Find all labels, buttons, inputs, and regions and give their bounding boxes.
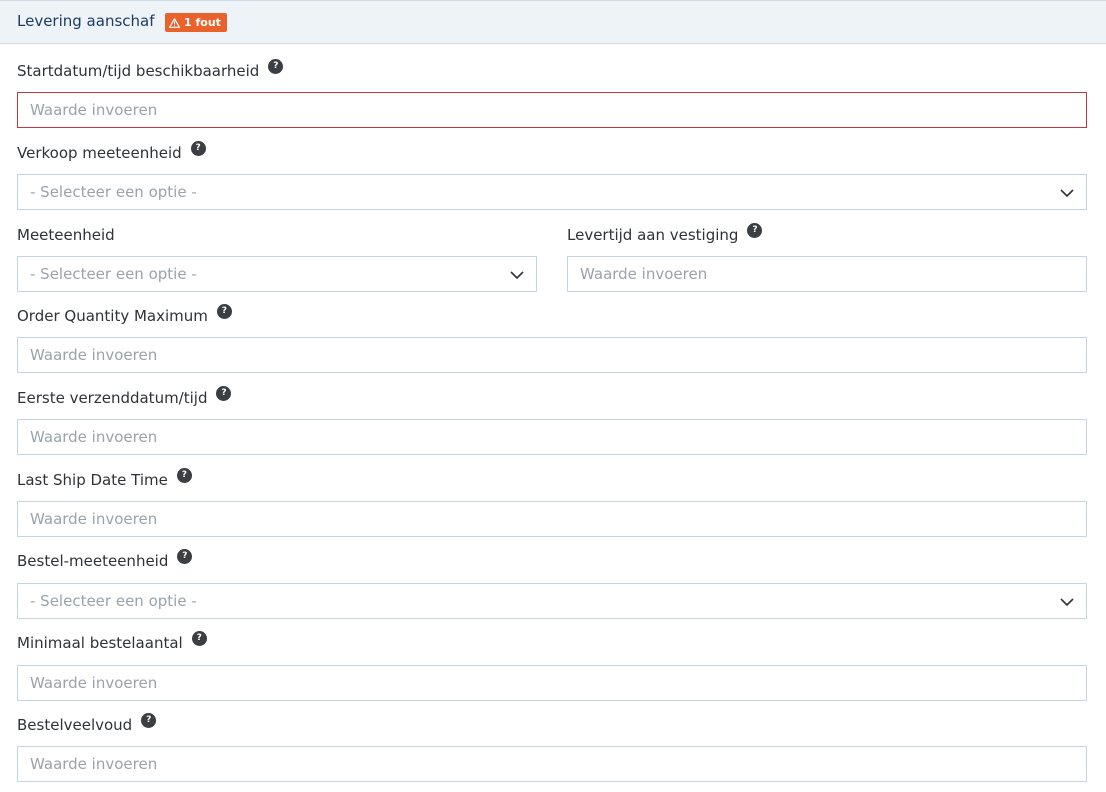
section-header[interactable]: Levering aanschaf 1 fout [0, 0, 1106, 44]
meeteenheid-label: Meeteenheid [17, 226, 115, 244]
chevron-down-icon [1060, 598, 1074, 607]
minimaal-bestelaantal-input[interactable]: Waarde invoeren [17, 665, 1087, 701]
last-ship-date-time-label-text: Last Ship Date Time [17, 471, 168, 489]
verkoop-meeteenheid-label-text: Verkoop meeteenheid [17, 144, 182, 162]
chevron-down-icon [1060, 189, 1074, 198]
help-icon[interactable]: ? [141, 712, 157, 728]
eerste-verzenddatum-placeholder: Waarde invoeren [30, 428, 158, 446]
meeteenheid-label-text: Meeteenheid [17, 226, 115, 244]
meeteenheid-placeholder: - Selecteer een optie - [30, 265, 197, 283]
last-ship-date-time-label: Last Ship Date Time ? [17, 467, 192, 489]
help-icon[interactable]: ? [191, 630, 207, 646]
startdatum-label-text: Startdatum/tijd beschikbaarheid [17, 62, 260, 80]
eerste-verzenddatum-input[interactable]: Waarde invoeren [17, 419, 1087, 455]
minimaal-bestelaantal-label: Minimaal bestelaantal ? [17, 630, 207, 652]
order-quantity-maximum-input[interactable]: Waarde invoeren [17, 337, 1087, 373]
help-icon[interactable]: ? [216, 385, 232, 401]
order-quantity-maximum-placeholder: Waarde invoeren [30, 346, 158, 364]
chevron-down-icon [510, 271, 524, 280]
error-badge: 1 fout [165, 13, 227, 32]
warning-icon [169, 17, 180, 28]
levertijd-label: Levertijd aan vestiging ? [567, 222, 763, 244]
bestel-meeteenheid-label: Bestel-meeteenheid ? [17, 548, 193, 570]
bestelveelvoud-label: Bestelveelvoud ? [17, 712, 157, 734]
eerste-verzenddatum-label: Eerste verzenddatum/tijd ? [17, 385, 232, 407]
help-icon[interactable]: ? [190, 140, 206, 156]
bestelveelvoud-input[interactable]: Waarde invoeren [17, 746, 1087, 782]
minimaal-bestelaantal-placeholder: Waarde invoeren [30, 674, 158, 692]
levertijd-placeholder: Waarde invoeren [580, 265, 708, 283]
last-ship-date-time-placeholder: Waarde invoeren [30, 510, 158, 528]
help-icon[interactable]: ? [176, 467, 192, 483]
order-quantity-maximum-label: Order Quantity Maximum ? [17, 303, 232, 325]
error-badge-text: 1 fout [184, 16, 221, 29]
bestelveelvoud-label-text: Bestelveelvoud [17, 716, 133, 734]
bestel-meeteenheid-label-text: Bestel-meeteenheid [17, 552, 169, 570]
help-icon[interactable]: ? [747, 222, 763, 238]
order-quantity-maximum-label-text: Order Quantity Maximum [17, 307, 208, 325]
verkoop-meeteenheid-label: Verkoop meeteenheid ? [17, 140, 206, 162]
startdatum-placeholder: Waarde invoeren [30, 101, 158, 119]
startdatum-input[interactable]: Waarde invoeren [17, 92, 1087, 128]
bestel-meeteenheid-placeholder: - Selecteer een optie - [30, 592, 197, 610]
help-icon[interactable]: ? [268, 58, 284, 74]
last-ship-date-time-input[interactable]: Waarde invoeren [17, 501, 1087, 537]
bestel-meeteenheid-select[interactable]: - Selecteer een optie - [17, 583, 1087, 619]
help-icon[interactable]: ? [216, 303, 232, 319]
meeteenheid-select[interactable]: - Selecteer een optie - [17, 256, 537, 292]
startdatum-label: Startdatum/tijd beschikbaarheid ? [17, 58, 284, 80]
help-icon[interactable]: ? [177, 548, 193, 564]
levertijd-label-text: Levertijd aan vestiging [567, 226, 739, 244]
minimaal-bestelaantal-label-text: Minimaal bestelaantal [17, 634, 183, 652]
bestelveelvoud-placeholder: Waarde invoeren [30, 755, 158, 773]
section-title: Levering aanschaf [17, 12, 155, 30]
verkoop-meeteenheid-select[interactable]: - Selecteer een optie - [17, 174, 1087, 210]
verkoop-meeteenheid-placeholder: - Selecteer een optie - [30, 183, 197, 201]
levertijd-input[interactable]: Waarde invoeren [567, 256, 1087, 292]
eerste-verzenddatum-label-text: Eerste verzenddatum/tijd [17, 389, 208, 407]
